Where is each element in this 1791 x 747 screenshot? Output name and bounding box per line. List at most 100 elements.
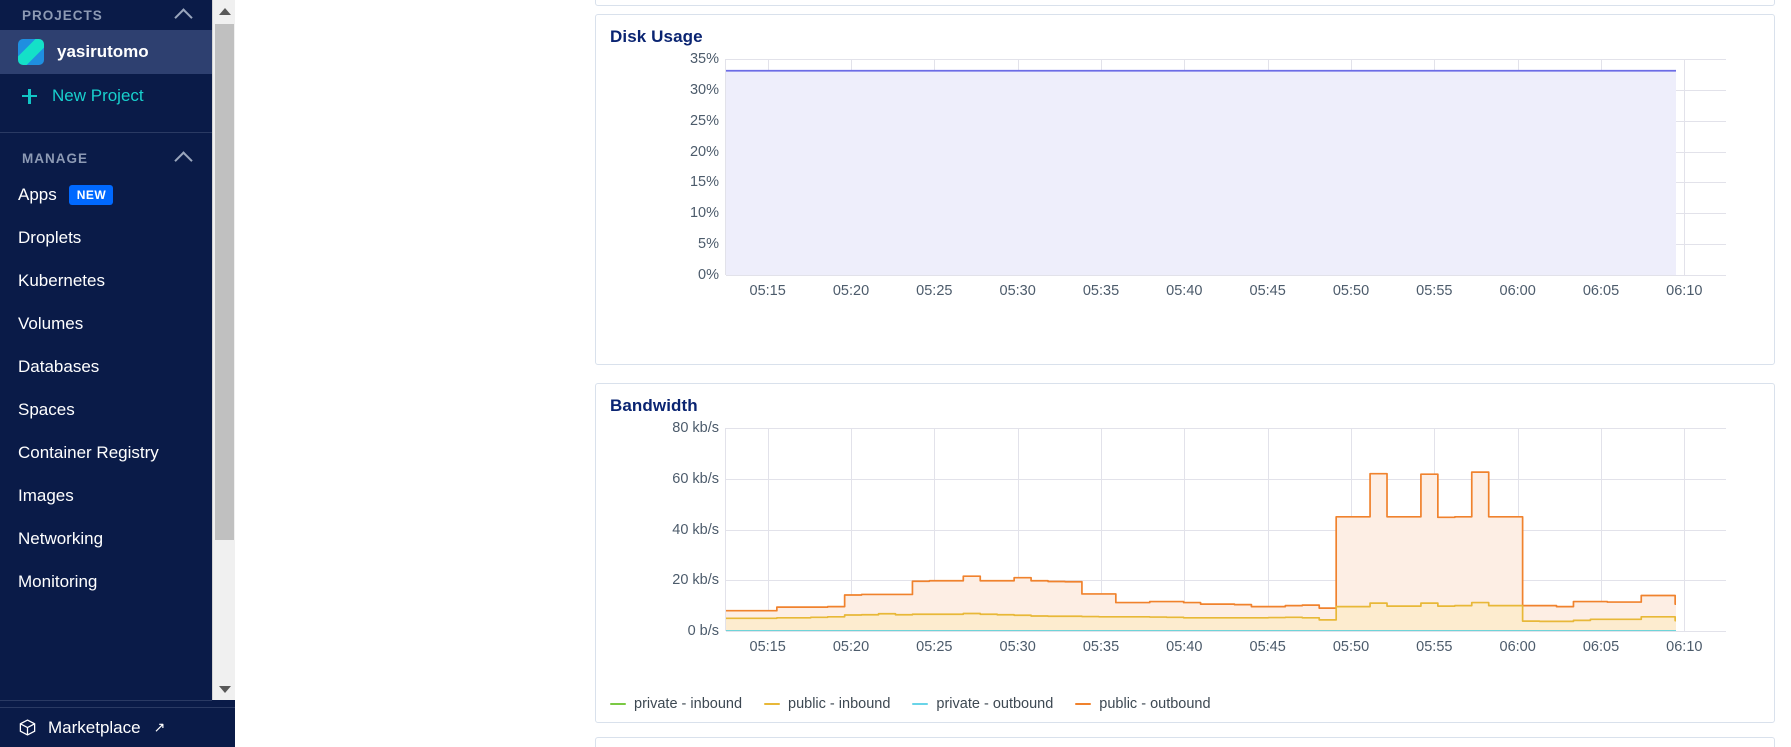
x-axis-tick-label: 05:40 xyxy=(1166,283,1203,299)
x-axis-tick-label: 05:25 xyxy=(916,283,953,299)
chevron-up-icon xyxy=(174,8,193,27)
gridline-vertical xyxy=(1684,59,1686,275)
legend-item[interactable]: public - inbound xyxy=(764,696,890,712)
chart-series-layer xyxy=(726,428,1726,631)
y-axis-line xyxy=(725,59,726,275)
legend-item[interactable]: private - inbound xyxy=(610,696,742,712)
marketplace-label: Marketplace xyxy=(48,717,141,737)
x-axis-tick-label: 05:45 xyxy=(1249,639,1286,655)
sidebar-item-label: Networking xyxy=(18,528,104,548)
sidebar-item-volumes[interactable]: Volumes xyxy=(0,302,212,345)
y-axis-tick-label: 20% xyxy=(689,143,719,160)
sidebar-item-container-registry[interactable]: Container Registry xyxy=(0,431,212,474)
sidebar-item-label: Container Registry xyxy=(18,442,159,462)
x-axis-tick-label: 05:30 xyxy=(999,639,1036,655)
gridline-vertical xyxy=(1684,428,1686,631)
screen-root: PROJECTS yasirutomo New Project MANAGE A… xyxy=(0,0,1791,747)
sidebar-section-projects[interactable]: PROJECTS xyxy=(0,0,212,30)
x-axis-tick-label: 05:55 xyxy=(1416,283,1453,299)
x-axis-tick-label: 06:00 xyxy=(1499,639,1536,655)
gridline-horizontal xyxy=(726,275,1726,276)
sidebar-section-projects-label: PROJECTS xyxy=(22,7,103,23)
x-axis-tick-label: 06:05 xyxy=(1582,283,1620,299)
sidebar-section-manage[interactable]: MANAGE xyxy=(0,143,212,173)
y-axis-tick-label: 15% xyxy=(689,174,719,191)
sidebar-item-networking[interactable]: Networking xyxy=(0,517,212,560)
sidebar-item-label: Images xyxy=(18,485,74,505)
external-link-icon: ↗ xyxy=(153,719,166,735)
y-axis-tick-label: 30% xyxy=(689,81,719,98)
sidebar-item-monitoring[interactable]: Monitoring xyxy=(0,560,212,603)
new-project-button[interactable]: New Project xyxy=(0,74,212,118)
chevron-up-icon xyxy=(174,151,193,170)
card-title-bandwidth: Bandwidth xyxy=(610,396,698,415)
sidebar-item-label: Volumes xyxy=(18,313,84,333)
sidebar-item-label: Kubernetes xyxy=(18,270,105,290)
sidebar: PROJECTS yasirutomo New Project MANAGE A… xyxy=(0,0,235,747)
sidebar-item-label: Apps xyxy=(18,184,57,204)
sidebar-section-manage-label: MANAGE xyxy=(22,150,88,166)
x-axis-tick-label: 05:25 xyxy=(916,639,953,655)
sidebar-item-label: Monitoring xyxy=(18,571,98,591)
triangle-down-icon xyxy=(218,685,231,693)
x-axis-tick-label: 05:35 xyxy=(1082,639,1120,655)
x-axis-tick-label: 05:45 xyxy=(1249,283,1286,299)
y-axis-tick-label: 40 kb/s xyxy=(672,521,719,538)
x-axis-tick-label: 05:30 xyxy=(999,283,1036,299)
legend-swatch-icon xyxy=(912,702,929,706)
sidebar-item-apps[interactable]: Apps NEW xyxy=(0,173,212,216)
y-axis-tick-label: 5% xyxy=(698,236,719,253)
x-axis-tick-label: 05:35 xyxy=(1082,283,1120,299)
scrollbar-down-button[interactable] xyxy=(213,678,235,700)
legend-swatch-icon xyxy=(1075,702,1092,706)
y-axis-tick-label: 20 kb/s xyxy=(672,572,719,589)
chart-legend-bandwidth: private - inbound public - inbound private… xyxy=(610,696,1211,712)
legend-item[interactable]: private - outbound xyxy=(912,696,1053,712)
sidebar-item-databases[interactable]: Databases xyxy=(0,345,212,388)
x-axis-tick-label: 06:10 xyxy=(1666,639,1703,655)
sidebar-item-marketplace[interactable]: Marketplace ↗ xyxy=(0,707,235,747)
chart-area-fill xyxy=(726,71,1726,275)
y-axis-tick-label: 0% xyxy=(698,267,719,283)
x-axis-tick-label: 05:50 xyxy=(1332,283,1370,299)
chart-series-layer xyxy=(726,59,1726,275)
x-axis-tick-label: 05:20 xyxy=(832,639,870,655)
x-axis-tick-label: 05:15 xyxy=(749,639,786,655)
y-axis-tick-label: 0 b/s xyxy=(687,623,719,639)
status-badge: NEW xyxy=(68,184,114,205)
legend-swatch-icon xyxy=(610,702,626,706)
sidebar-item-label: Droplets xyxy=(18,227,82,247)
chart-disk-usage[interactable]: 0% 5% 10% 15% 20% 25% 30% 35% 05:15 05:20 05:25 05:… xyxy=(690,51,1726,299)
sidebar-item-kubernetes[interactable]: Kubernetes xyxy=(0,259,212,302)
scrollbar-up-button[interactable] xyxy=(213,0,235,22)
sidebar-scroll-area: PROJECTS yasirutomo New Project MANAGE A… xyxy=(0,0,212,700)
y-axis-tick-label: 25% xyxy=(689,112,719,129)
scrollbar-thumb[interactable] xyxy=(215,24,234,540)
x-axis-tick-label: 06:05 xyxy=(1582,639,1620,655)
sidebar-item-project-yasirutomo[interactable]: yasirutomo xyxy=(0,30,212,74)
legend-swatch-icon xyxy=(764,702,781,706)
legend-item[interactable]: public - outbound xyxy=(1075,696,1211,712)
sidebar-scrollbar[interactable] xyxy=(212,0,235,700)
legend-label: private - inbound xyxy=(634,696,743,712)
sidebar-item-images[interactable]: Images xyxy=(0,474,212,517)
chart-bandwidth[interactable]: 0 b/s 20 kb/s 40 kb/s 60 kb/s 80 kb/s 05:15 05… xyxy=(672,420,1726,655)
sidebar-divider xyxy=(0,132,212,133)
card-below-partial xyxy=(595,737,1775,747)
x-axis-tick-label: 05:50 xyxy=(1332,639,1370,655)
sidebar-item-spaces[interactable]: Spaces xyxy=(0,388,212,431)
card-bandwidth: Bandwidth 0 b/s 20 kb/s 40 kb/s 60 kb/s 80 k… xyxy=(595,383,1775,723)
sidebar-item-label: Spaces xyxy=(18,399,75,419)
x-axis-tick-label: 05:40 xyxy=(1166,639,1203,655)
x-axis-tick-label: 06:10 xyxy=(1666,283,1703,299)
card-disk-usage: Disk Usage 0% 5% 10% 15% 20% 25% 30% 35% 05:15 05… xyxy=(595,14,1775,365)
chart-area-fill xyxy=(726,472,1726,631)
y-axis-tick-label: 10% xyxy=(689,205,719,222)
plus-icon xyxy=(22,88,37,104)
sidebar-footer-divider xyxy=(0,700,212,701)
sidebar-item-droplets[interactable]: Droplets xyxy=(0,216,212,259)
new-project-label: New Project xyxy=(52,86,144,105)
triangle-up-icon xyxy=(218,7,231,15)
y-axis-tick-label: 35% xyxy=(689,51,719,67)
gridline-horizontal xyxy=(726,631,1726,632)
